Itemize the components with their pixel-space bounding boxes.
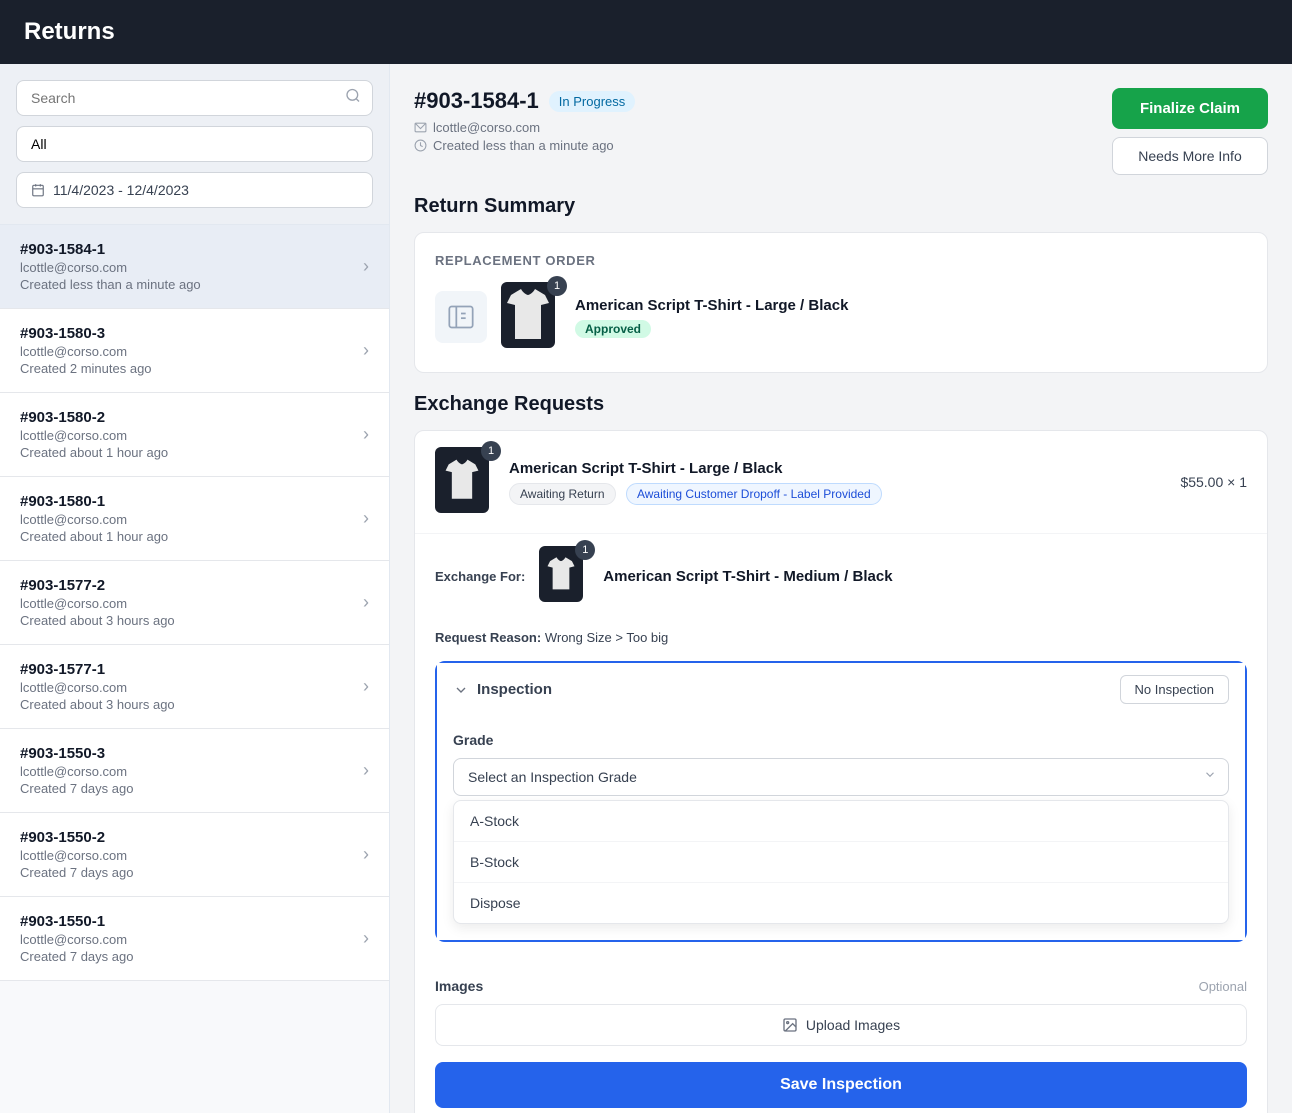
images-header: Images Optional: [435, 978, 1247, 994]
replacement-order-label: Replacement Order: [435, 253, 1247, 268]
inspection-header[interactable]: Inspection No Inspection: [437, 663, 1245, 716]
grade-option-bstock[interactable]: B-Stock: [454, 842, 1228, 883]
list-item[interactable]: #903-1580-1 lcottle@corso.com Created ab…: [0, 477, 389, 561]
no-inspection-button[interactable]: No Inspection: [1120, 675, 1230, 704]
replacement-product-name: American Script T-Shirt - Large / Black: [575, 297, 848, 314]
list-item[interactable]: #903-1550-2 lcottle@corso.com Created 7 …: [0, 813, 389, 897]
request-reason-value: Wrong Size > Too big: [545, 630, 668, 645]
exchange-for-row: Exchange For: 1 American Script T-Shirt …: [415, 533, 1267, 622]
grade-select[interactable]: Select an Inspection Grade A-Stock B-Sto…: [453, 758, 1229, 796]
exchange-requests-section: Exchange Requests 1: [414, 393, 1268, 1113]
claim-created: Created less than a minute ago: [433, 138, 614, 153]
calendar-icon: [31, 183, 45, 197]
order-icon: [435, 291, 487, 343]
app-title: Returns: [24, 18, 115, 46]
inspection-body: Grade Select an Inspection Grade A-Stock…: [437, 716, 1245, 940]
images-optional: Optional: [1199, 979, 1247, 994]
chevron-right-icon: ›: [363, 928, 369, 949]
sidebar-filters: All 11/4/2023 - 12/4/2023: [0, 64, 389, 225]
inspection-label: Inspection: [477, 681, 552, 698]
grade-option-dispose[interactable]: Dispose: [454, 883, 1228, 923]
clock-icon: [414, 139, 427, 152]
search-input[interactable]: [16, 80, 373, 116]
images-section: Images Optional Upload Images: [415, 962, 1267, 1062]
chevron-right-icon: ›: [363, 676, 369, 697]
chevron-right-icon: ›: [363, 844, 369, 865]
date-range-filter[interactable]: 11/4/2023 - 12/4/2023: [16, 172, 373, 208]
awaiting-return-tag: Awaiting Return: [509, 483, 616, 505]
list-item[interactable]: #903-1550-1 lcottle@corso.com Created 7 …: [0, 897, 389, 981]
exchange-product-image-wrap: 1: [435, 447, 495, 517]
product-image: [501, 282, 555, 348]
chevron-right-icon: ›: [363, 508, 369, 529]
claim-header: #903-1584-1 In Progress lcottle@corso.co…: [414, 88, 1268, 175]
image-icon: [782, 1017, 798, 1033]
claim-actions: Finalize Claim Needs More Info: [1112, 88, 1268, 175]
exchange-item-header: 1 American Script T-Shirt - Large / Blac…: [415, 431, 1267, 533]
list-item[interactable]: #903-1550-3 lcottle@corso.com Created 7 …: [0, 729, 389, 813]
status-badge: In Progress: [549, 91, 635, 112]
date-range-value: 11/4/2023 - 12/4/2023: [53, 182, 189, 198]
chevron-right-icon: ›: [363, 340, 369, 361]
app-header: Returns: [0, 0, 1292, 64]
exchange-quantity-badge: 1: [481, 441, 501, 461]
sidebar: All 11/4/2023 - 12/4/2023 #903-1584-1 lc…: [0, 64, 390, 1113]
images-label: Images: [435, 978, 483, 994]
exchange-for-image-wrap: 1: [539, 546, 589, 606]
chevron-right-icon: ›: [363, 760, 369, 781]
list-item[interactable]: #903-1577-2 lcottle@corso.com Created ab…: [0, 561, 389, 645]
finalize-claim-button[interactable]: Finalize Claim: [1112, 88, 1268, 129]
request-reason-label: Request Reason:: [435, 630, 541, 645]
search-box: [16, 80, 373, 116]
grade-dropdown: A-Stock B-Stock Dispose: [453, 800, 1229, 924]
email-icon: [414, 121, 427, 134]
return-summary-title: Return Summary: [414, 195, 1268, 218]
grade-select-wrap: Select an Inspection Grade A-Stock B-Sto…: [453, 758, 1229, 796]
exchange-for-label: Exchange For:: [435, 569, 525, 584]
chevron-down-icon: [453, 682, 469, 698]
upload-images-button[interactable]: Upload Images: [435, 1004, 1247, 1046]
claim-email: lcottle@corso.com: [433, 120, 540, 135]
grade-label: Grade: [453, 732, 1229, 748]
chevron-right-icon: ›: [363, 256, 369, 277]
save-inspection-button[interactable]: Save Inspection: [435, 1062, 1247, 1108]
chevron-right-icon: ›: [363, 424, 369, 445]
quantity-badge: 1: [547, 276, 567, 296]
request-reason-row: Request Reason: Wrong Size > Too big: [415, 622, 1267, 661]
exchange-card: 1 American Script T-Shirt - Large / Blac…: [414, 430, 1268, 1113]
product-image-wrap: 1: [501, 282, 561, 352]
filter-select[interactable]: All: [16, 126, 373, 162]
approved-badge: Approved: [575, 320, 651, 338]
needs-more-info-button[interactable]: Needs More Info: [1112, 137, 1268, 175]
sidebar-list: #903-1584-1 lcottle@corso.com Created le…: [0, 225, 389, 1113]
list-item[interactable]: #903-1580-3 lcottle@corso.com Created 2 …: [0, 309, 389, 393]
search-icon: [345, 88, 361, 109]
exchange-for-quantity-badge: 1: [575, 540, 595, 560]
grade-option-astock[interactable]: A-Stock: [454, 801, 1228, 842]
upload-images-label: Upload Images: [806, 1017, 900, 1033]
list-item[interactable]: #903-1584-1 lcottle@corso.com Created le…: [0, 225, 389, 309]
list-item[interactable]: #903-1577-1 lcottle@corso.com Created ab…: [0, 645, 389, 729]
return-summary-card: Replacement Order: [414, 232, 1268, 373]
main-layout: All 11/4/2023 - 12/4/2023 #903-1584-1 lc…: [0, 64, 1292, 1113]
exchange-item-name: American Script T-Shirt - Large / Black: [509, 460, 888, 477]
return-summary-section: Return Summary Replacement Order: [414, 195, 1268, 373]
exchange-requests-title: Exchange Requests: [414, 393, 1268, 416]
replacement-product-row: 1 American Script T-Shirt - Large / Blac…: [435, 282, 1247, 352]
claim-meta: lcottle@corso.com Created less than a mi…: [414, 120, 635, 153]
main-content: #903-1584-1 In Progress lcottle@corso.co…: [390, 64, 1292, 1113]
inspection-section: Inspection No Inspection Grade Select an…: [435, 661, 1247, 942]
exchange-for-product-name: American Script T-Shirt - Medium / Black: [603, 568, 892, 585]
list-item[interactable]: #903-1580-2 lcottle@corso.com Created ab…: [0, 393, 389, 477]
awaiting-dropoff-tag: Awaiting Customer Dropoff - Label Provid…: [626, 483, 882, 505]
chevron-right-icon: ›: [363, 592, 369, 613]
exchange-product-image: [435, 447, 489, 513]
exchange-item-price: $55.00 × 1: [1180, 474, 1247, 490]
claim-id: #903-1584-1: [414, 88, 539, 114]
